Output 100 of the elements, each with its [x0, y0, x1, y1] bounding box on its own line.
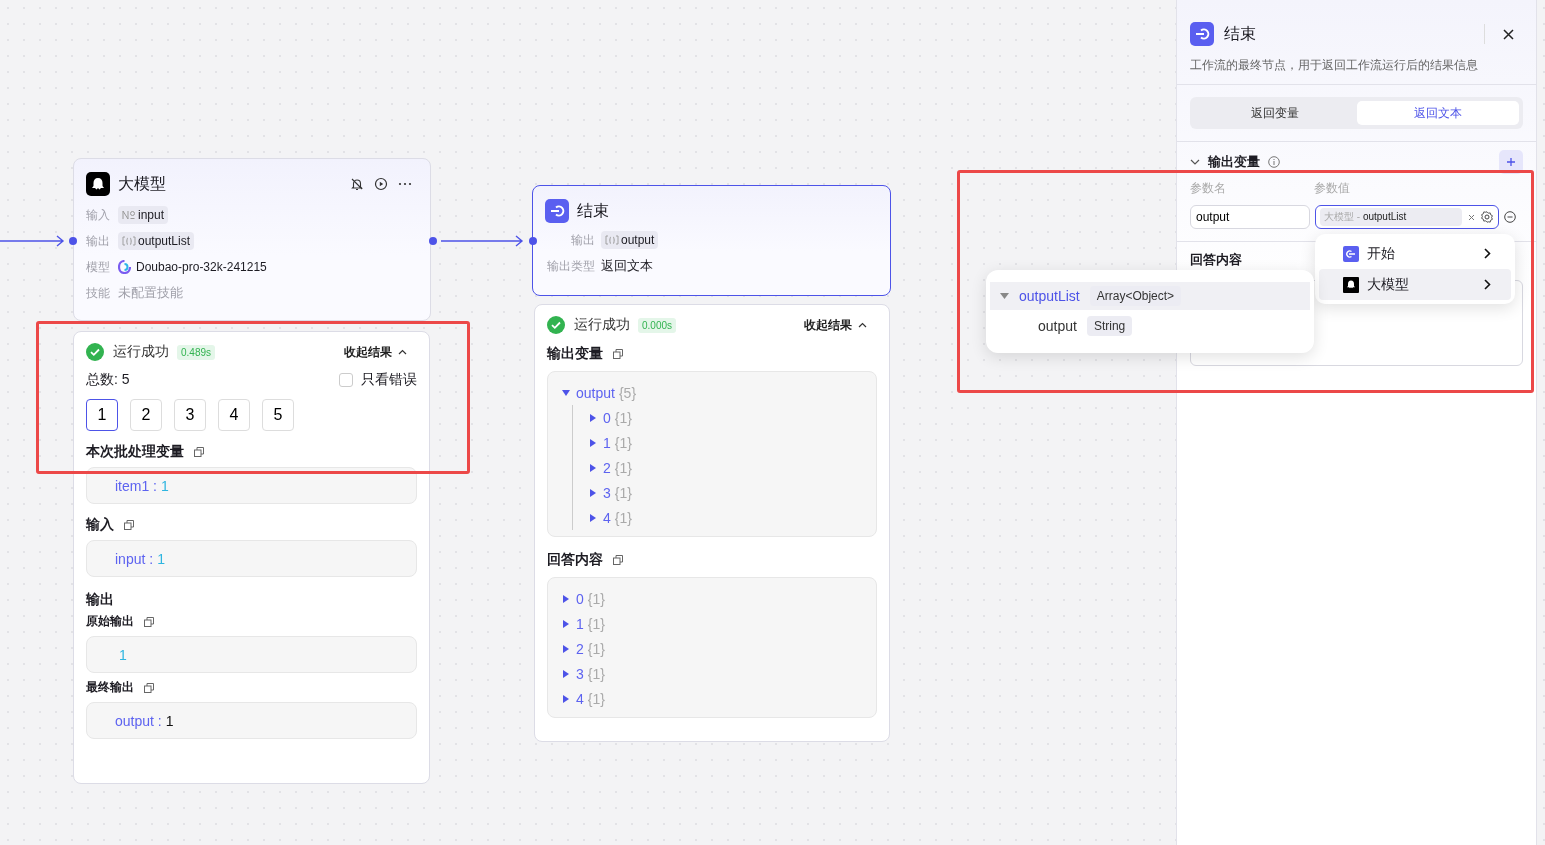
copy-icon[interactable]: [613, 349, 623, 359]
triangle-icon: [562, 388, 570, 397]
field-label: 输出: [86, 232, 111, 250]
triangle-icon: [562, 594, 570, 603]
exit-icon: [1190, 22, 1214, 46]
page-button[interactable]: 2: [130, 399, 162, 431]
tree-node[interactable]: 2 {1}: [589, 455, 862, 480]
tree-node[interactable]: 3 {1}: [562, 661, 862, 686]
value-text: output : 1: [115, 712, 174, 729]
section-title: 回答内容: [1190, 251, 1242, 269]
duration-badge: 0.489s: [177, 344, 216, 360]
run-status: 运行成功: [113, 343, 169, 361]
node-title: 大模型: [118, 173, 166, 194]
triangle-icon: [562, 669, 570, 678]
exit-icon: [545, 199, 569, 223]
variable-tag: input: [118, 206, 169, 224]
triangle-icon: [589, 463, 597, 472]
chevron-icon[interactable]: [1190, 159, 1200, 165]
section-title: 回答内容: [547, 551, 603, 569]
section-title: 输出变量: [1208, 153, 1260, 171]
page-button[interactable]: 1: [86, 399, 118, 431]
tab[interactable]: 返回变量: [1194, 101, 1357, 125]
value-field[interactable]: 大模型 - outputList: [1315, 205, 1499, 229]
number-type-icon: [122, 210, 136, 220]
triangle-icon: [1000, 292, 1009, 300]
copy-icon[interactable]: [144, 616, 154, 627]
section-title: 输出变量: [547, 345, 603, 363]
tree-node[interactable]: 1 {1}: [589, 430, 862, 455]
page-button[interactable]: 3: [174, 399, 206, 431]
copy-icon[interactable]: [613, 555, 623, 565]
copy-icon[interactable]: [124, 520, 134, 530]
chevron-right-icon: [1484, 279, 1491, 290]
collapse-button[interactable]: 收起结果: [344, 343, 417, 361]
model-logo-icon: [118, 260, 131, 274]
output-port[interactable]: [429, 237, 437, 245]
play-icon[interactable]: [374, 177, 388, 191]
field-label: 输出类型: [546, 257, 595, 275]
section-title: 本次批处理变量: [86, 443, 184, 461]
panel-description: 工作流的最终节点，用于返回工作流运行后的结果信息: [1177, 46, 1536, 85]
section-title: 最终输出: [86, 679, 134, 696]
tree-node[interactable]: output {5}: [562, 380, 862, 405]
checkbox-label[interactable]: 只看错误: [361, 371, 417, 389]
section-title: 原始输出: [86, 613, 134, 630]
chevron-up-icon: [858, 322, 867, 328]
section-heading: 输出: [86, 591, 115, 609]
array-type-icon: [122, 236, 136, 246]
info-icon[interactable]: [1268, 156, 1280, 168]
name-field[interactable]: output: [1190, 205, 1310, 229]
node-card[interactable]: 结束 输出 output 输出类型 返回文本: [532, 185, 891, 296]
triangle-icon: [562, 619, 570, 628]
panel-title: 结束: [1224, 23, 1256, 44]
ghost-icon: [1343, 276, 1359, 293]
tree-node[interactable]: 0 {1}: [589, 405, 862, 430]
input-port[interactable]: [69, 237, 77, 245]
input-port[interactable]: [529, 237, 537, 245]
menu-item[interactable]: outputList Array<Object>: [990, 282, 1310, 310]
skill-value: 未配置技能: [118, 284, 183, 302]
success-icon: [547, 316, 565, 334]
ghost-icon: [86, 172, 110, 196]
remove-icon[interactable]: [1504, 211, 1516, 223]
triangle-icon: [589, 488, 597, 497]
clear-icon[interactable]: [1468, 213, 1475, 221]
model-name: Doubao-pro-32k-241215: [136, 260, 267, 274]
page-button[interactable]: 4: [218, 399, 250, 431]
chevron-up-icon: [398, 349, 407, 355]
field-value: 返回文本: [601, 257, 653, 275]
chevron-right-icon: [1484, 248, 1491, 259]
more-icon[interactable]: [398, 182, 412, 186]
close-icon[interactable]: [1503, 28, 1514, 40]
variable-tag: output: [601, 231, 659, 249]
value-text: input : 1: [115, 550, 165, 567]
checkbox[interactable]: [339, 373, 353, 387]
field-label: 输出: [570, 231, 595, 249]
field-label: 输入: [86, 206, 111, 224]
page-button[interactable]: 5: [262, 399, 294, 431]
value-text: item1 : 1: [115, 477, 169, 494]
bell-off-icon[interactable]: [350, 177, 364, 191]
menu-item[interactable]: 开始: [1319, 238, 1511, 269]
tree-node[interactable]: 2 {1}: [562, 636, 862, 661]
tree-node[interactable]: 3 {1}: [589, 480, 862, 505]
entry-icon: [1343, 245, 1359, 262]
collapse-button[interactable]: 收起结果: [804, 316, 877, 334]
copy-icon[interactable]: [194, 447, 204, 457]
tree-node[interactable]: 4 {1}: [562, 686, 862, 711]
triangle-icon: [562, 644, 570, 653]
total-count: 总数: 5: [86, 371, 130, 389]
node-card[interactable]: 大模型 输入 input 输出 outputList 模型 Doubao-pro-32k-241215 技能 未配置技能: [73, 158, 431, 321]
tab[interactable]: 返回文本: [1356, 101, 1519, 125]
tree-node[interactable]: 0 {1}: [562, 586, 862, 611]
triangle-icon: [589, 513, 597, 522]
settings-icon[interactable]: [1481, 211, 1493, 223]
menu-item[interactable]: 大模型: [1319, 269, 1511, 300]
connector-arrow: [0, 235, 66, 247]
menu-item[interactable]: output String: [990, 312, 1310, 340]
tree-node[interactable]: 4 {1}: [589, 505, 862, 530]
success-icon: [86, 343, 104, 361]
copy-icon[interactable]: [144, 682, 154, 693]
tree-node[interactable]: 1 {1}: [562, 611, 862, 636]
field-label: 技能: [86, 284, 111, 302]
section-title: 输入: [86, 516, 114, 534]
